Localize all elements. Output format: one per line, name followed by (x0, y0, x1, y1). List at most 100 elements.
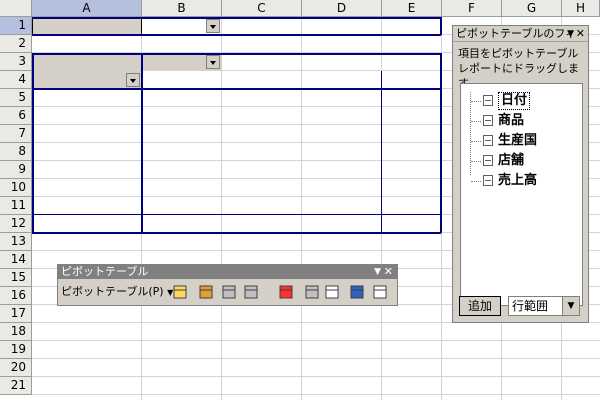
row-header-2[interactable]: 2 (0, 35, 32, 53)
show-detail-icon[interactable] (242, 283, 260, 301)
data-cell (302, 143, 382, 160)
row-header-17[interactable]: 17 (0, 305, 32, 323)
row-item-label (32, 179, 142, 196)
row-header-3[interactable]: 3 (0, 53, 32, 71)
column-header-h[interactable]: H (562, 0, 600, 17)
row-header-5[interactable]: 5 (0, 89, 32, 107)
close-icon[interactable]: ✕ (576, 26, 585, 42)
gridline (32, 376, 600, 377)
pivot-border (440, 53, 442, 233)
row-header-18[interactable]: 18 (0, 323, 32, 341)
row-header-14[interactable]: 14 (0, 251, 32, 269)
field-icon (483, 115, 493, 126)
gridline (32, 340, 600, 341)
always-display-icon[interactable] (371, 283, 389, 301)
close-icon[interactable]: ✕ (384, 265, 393, 279)
column-header-d[interactable]: D (302, 0, 382, 17)
field-item-label: 生産国 (498, 133, 538, 148)
field-item-label: 商品 (498, 113, 525, 128)
data-cell (142, 143, 222, 160)
column-header-b[interactable]: B (142, 0, 222, 17)
field-list-title: ピボットテーブルのフィ (456, 27, 577, 40)
column-header-a[interactable]: A (32, 0, 142, 17)
toolbar-options-icon[interactable]: ▼ (374, 265, 381, 279)
pivot-table-toolbar[interactable]: ピボットテーブル ▼ ✕ ピボットテーブル(P) ▼ (57, 264, 398, 306)
data-cell (382, 107, 442, 124)
row-header-9[interactable]: 9 (0, 161, 32, 179)
data-cell (382, 89, 442, 106)
include-hidden-icon[interactable] (348, 283, 366, 301)
page-field-dropdown[interactable] (206, 19, 220, 33)
row-header-16[interactable]: 16 (0, 287, 32, 305)
row-header-6[interactable]: 6 (0, 107, 32, 125)
field-list-title-bar[interactable]: ピボットテーブルのフィ ▼ ✕ (453, 26, 588, 42)
format-report-icon[interactable] (171, 283, 189, 301)
column-header-f[interactable]: F (442, 0, 502, 17)
data-cell (142, 89, 222, 106)
area-select[interactable]: 行範囲 ▼ (508, 296, 580, 316)
toolbar-title-text: ピボットテーブル (61, 265, 149, 278)
tree-connector (471, 181, 481, 182)
row-header-4[interactable]: 4 (0, 71, 32, 89)
row-header-19[interactable]: 19 (0, 341, 32, 359)
pivot-menu-label: ピボットテーブル(P) (61, 285, 164, 298)
chevron-down-icon[interactable]: ▼ (567, 26, 574, 42)
field-icon (483, 155, 493, 166)
chevron-down-icon[interactable]: ▼ (562, 297, 579, 315)
row-header-7[interactable]: 7 (0, 125, 32, 143)
pivot-border (32, 88, 441, 90)
field-icon (483, 175, 493, 186)
add-button[interactable]: 追加 (459, 296, 501, 316)
row-item-label (32, 197, 142, 214)
row-field-dropdown[interactable] (126, 73, 140, 87)
field-item-label: 売上高 (498, 173, 538, 188)
pivot-border (32, 232, 441, 234)
refresh-icon[interactable] (277, 283, 295, 301)
data-cell (222, 161, 302, 178)
data-cell (222, 143, 302, 160)
page-field-label (33, 17, 141, 34)
column-header-c[interactable]: C (222, 0, 302, 17)
row-header-15[interactable]: 15 (0, 269, 32, 287)
field-settings-icon[interactable] (303, 283, 321, 301)
data-cell (222, 197, 302, 214)
row-header-20[interactable]: 20 (0, 359, 32, 377)
pivot-border (32, 34, 441, 36)
pivot-border (32, 214, 441, 215)
data-cell (142, 215, 222, 232)
row-header-13[interactable]: 13 (0, 233, 32, 251)
row-item-label (32, 215, 142, 232)
toolbar-title[interactable]: ピボットテーブル ▼ ✕ (58, 265, 397, 279)
column-header-e[interactable]: E (382, 0, 442, 17)
data-field-button[interactable] (32, 53, 142, 70)
column-header-g[interactable]: G (502, 0, 562, 17)
tree-connector (471, 141, 481, 142)
row-header-1[interactable]: 1 (0, 17, 32, 35)
pivot-table-menu[interactable]: ピボットテーブル(P) ▼ (61, 284, 173, 301)
select-all-corner[interactable] (0, 0, 32, 17)
add-button-label: 追加 (467, 299, 492, 313)
field-tree[interactable]: 日付 商品 生産国 店舗 売上高 (460, 83, 583, 306)
chart-wizard-icon[interactable] (197, 283, 215, 301)
row-header-10[interactable]: 10 (0, 179, 32, 197)
col-item-header (142, 71, 222, 88)
field-item-label: 日付 (498, 92, 531, 110)
hide-detail-icon[interactable] (220, 283, 238, 301)
pivot-field-list-panel[interactable]: ピボットテーブルのフィ ▼ ✕ 項目をピボットテーブル レポートにドラッグします… (452, 25, 589, 323)
row-header-12[interactable]: 12 (0, 215, 32, 233)
col-item-header (382, 71, 442, 88)
data-cell (382, 161, 442, 178)
column-field-dropdown[interactable] (206, 55, 220, 69)
field-list-icon[interactable] (323, 283, 341, 301)
data-cell (222, 89, 302, 106)
gridline (32, 358, 600, 359)
row-item-label (32, 161, 142, 178)
data-cell (222, 107, 302, 124)
pivot-border (32, 53, 34, 233)
data-cell (222, 179, 302, 196)
data-cell (302, 215, 382, 232)
row-header-11[interactable]: 11 (0, 197, 32, 215)
row-header-8[interactable]: 8 (0, 143, 32, 161)
row-header-21[interactable]: 21 (0, 377, 32, 395)
tree-connector (471, 101, 481, 102)
